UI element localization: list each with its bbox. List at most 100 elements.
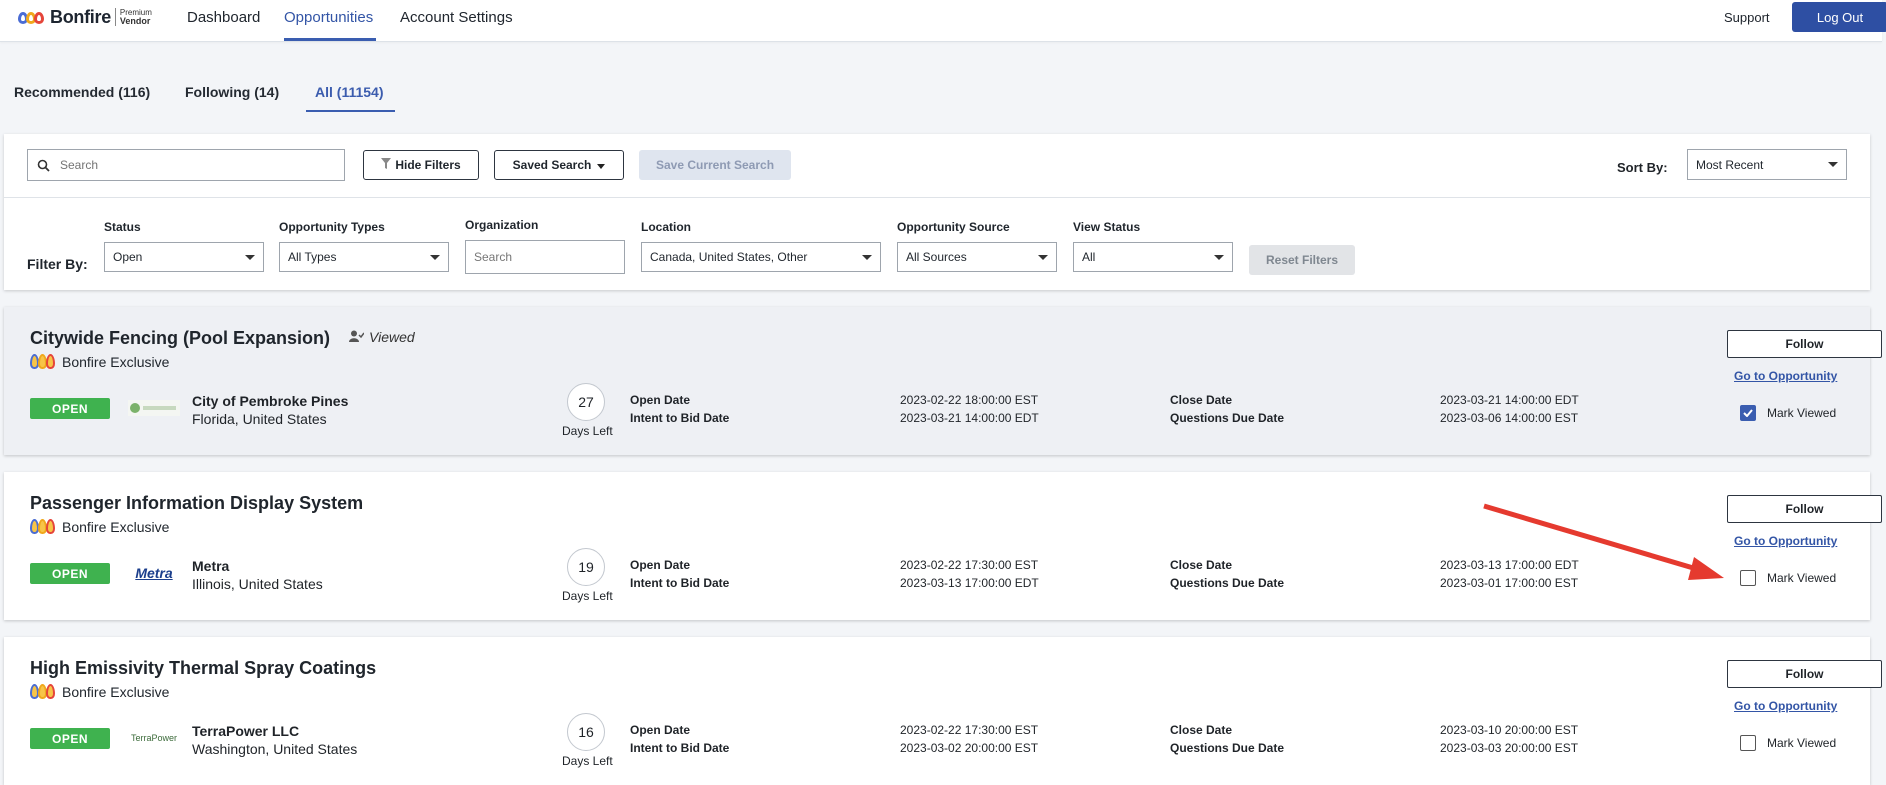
status-label: Status: [104, 220, 141, 234]
follow-button[interactable]: Follow: [1727, 495, 1882, 523]
go-to-opportunity-link[interactable]: Go to Opportunity: [1734, 369, 1837, 383]
location-label: Location: [641, 220, 691, 234]
nav-account-settings[interactable]: Account Settings: [400, 9, 513, 26]
tab-recommended[interactable]: Recommended (116): [14, 84, 150, 100]
tab-following[interactable]: Following (14): [185, 84, 279, 100]
sort-by-select[interactable]: Most Recent: [1687, 149, 1847, 180]
status-badge: OPEN: [30, 563, 110, 584]
bonfire-exclusive-icon: [30, 684, 56, 700]
intent-to-bid-label: Intent to Bid Date: [630, 411, 730, 425]
intent-to-bid-value: 2023-03-21 14:00:00 EDT: [900, 411, 1039, 425]
intent-to-bid-label: Intent to Bid Date: [630, 576, 730, 590]
nav-opportunities[interactable]: Opportunities: [284, 9, 373, 26]
status-badge: OPEN: [30, 398, 110, 419]
organization-logo: Metra: [135, 565, 173, 581]
tab-active-indicator: [306, 110, 395, 112]
caret-down-icon: [597, 158, 606, 172]
view-status-label: View Status: [1073, 220, 1141, 234]
caret-down-icon: [1214, 255, 1224, 260]
logo-sub-vendor: Vendor: [119, 16, 151, 26]
saved-search-label: Saved Search: [512, 158, 592, 172]
organization-logo: TerraPower: [130, 733, 177, 743]
logout-button[interactable]: Log Out: [1792, 2, 1886, 32]
intent-to-bid-value: 2023-03-02 20:00:00 EST: [900, 741, 1039, 755]
checkmark-icon: [1743, 409, 1753, 417]
search-filter-panel: Hide Filters Saved Search Save Current S…: [4, 134, 1870, 290]
sort-by-label: Sort By:: [1617, 160, 1668, 175]
bonfire-exclusive-label: Bonfire Exclusive: [62, 684, 170, 700]
location-value: Canada, United States, Other: [650, 250, 808, 264]
save-current-search-button[interactable]: Save Current Search: [639, 150, 791, 180]
status-select[interactable]: Open: [104, 242, 264, 272]
mark-viewed-checkbox[interactable]: [1740, 735, 1756, 751]
open-date-label: Open Date: [630, 393, 691, 407]
intent-to-bid-label: Intent to Bid Date: [630, 741, 730, 755]
sort-by-value: Most Recent: [1696, 157, 1764, 172]
questions-due-value: 2023-03-06 14:00:00 EST: [1440, 411, 1579, 425]
organization-logo: [128, 397, 180, 419]
go-to-opportunity-link[interactable]: Go to Opportunity: [1734, 534, 1837, 548]
bonfire-exclusive-label: Bonfire Exclusive: [62, 354, 170, 370]
opportunity-types-select[interactable]: All Types: [279, 242, 449, 272]
bonfire-exclusive-label: Bonfire Exclusive: [62, 519, 170, 535]
flame-logo-icon: [18, 9, 46, 25]
close-date-label: Close Date: [1170, 393, 1233, 407]
open-date-value: 2023-02-22 18:00:00 EST: [900, 393, 1039, 407]
mark-viewed-checkbox[interactable]: [1740, 570, 1756, 586]
search-field[interactable]: [27, 149, 345, 181]
questions-due-label: Questions Due Date: [1170, 411, 1285, 425]
saved-search-button[interactable]: Saved Search: [494, 150, 624, 180]
mark-viewed-label[interactable]: Mark Viewed: [1767, 406, 1836, 420]
bonfire-logo[interactable]: Bonfire Premium Vendor: [18, 6, 152, 28]
user-viewed-icon: [349, 329, 365, 345]
viewed-tag: Viewed: [349, 329, 415, 345]
hide-filters-label: Hide Filters: [395, 158, 461, 172]
opportunity-title[interactable]: Passenger Information Display System: [30, 493, 363, 514]
opportunity-card: Passenger Information Display System Bon…: [4, 472, 1882, 620]
tab-all[interactable]: All (11154): [315, 84, 384, 100]
open-date-value: 2023-02-22 17:30:00 EST: [900, 723, 1039, 737]
organization-placeholder: Search: [474, 250, 513, 264]
questions-due-label: Questions Due Date: [1170, 576, 1285, 590]
close-date-value: 2023-03-10 20:00:00 EST: [1440, 723, 1579, 737]
mark-viewed-label[interactable]: Mark Viewed: [1767, 736, 1836, 750]
filter-icon: [381, 158, 392, 172]
follow-button[interactable]: Follow: [1727, 330, 1882, 358]
open-date-label: Open Date: [630, 558, 691, 572]
bonfire-exclusive: Bonfire Exclusive: [30, 684, 169, 700]
days-left-label: Days Left: [562, 424, 613, 438]
close-date-value: 2023-03-21 14:00:00 EDT: [1440, 393, 1579, 407]
opportunity-title[interactable]: Citywide Fencing (Pool Expansion): [30, 328, 330, 349]
caret-down-icon: [430, 255, 440, 260]
status-badge: OPEN: [30, 728, 110, 749]
logo-text: Bonfire: [50, 6, 111, 27]
close-date-label: Close Date: [1170, 558, 1233, 572]
location-select[interactable]: Canada, United States, Other: [641, 242, 881, 272]
days-left-count: 19: [567, 548, 605, 586]
opportunity-title[interactable]: High Emissivity Thermal Spray Coatings: [30, 658, 376, 679]
organization-search-input[interactable]: Search: [465, 240, 625, 274]
intent-to-bid-value: 2023-03-13 17:00:00 EDT: [900, 576, 1039, 590]
organization-label: Organization: [465, 218, 539, 232]
opportunity-source-select[interactable]: All Sources: [897, 242, 1057, 272]
mark-viewed-label[interactable]: Mark Viewed: [1767, 571, 1836, 585]
nav-dashboard[interactable]: Dashboard: [187, 9, 260, 26]
follow-button[interactable]: Follow: [1727, 660, 1882, 688]
bonfire-exclusive: Bonfire Exclusive: [30, 519, 169, 535]
go-to-opportunity-link[interactable]: Go to Opportunity: [1734, 699, 1837, 713]
mark-viewed-checkbox[interactable]: [1740, 405, 1756, 421]
opportunity-source-value: All Sources: [906, 250, 967, 264]
reset-filters-button[interactable]: Reset Filters: [1249, 245, 1355, 275]
caret-down-icon: [245, 255, 255, 260]
view-status-select[interactable]: All: [1073, 242, 1233, 272]
close-date-label: Close Date: [1170, 723, 1233, 737]
search-input[interactable]: [58, 157, 322, 173]
days-left-label: Days Left: [562, 589, 613, 603]
hide-filters-button[interactable]: Hide Filters: [363, 150, 479, 180]
questions-due-value: 2023-03-01 17:00:00 EST: [1440, 576, 1579, 590]
caret-down-icon: [1828, 162, 1838, 167]
questions-due-label: Questions Due Date: [1170, 741, 1285, 755]
support-link[interactable]: Support: [1724, 10, 1770, 25]
organization-name: City of Pembroke Pines: [192, 393, 349, 409]
status-value: Open: [113, 250, 143, 264]
